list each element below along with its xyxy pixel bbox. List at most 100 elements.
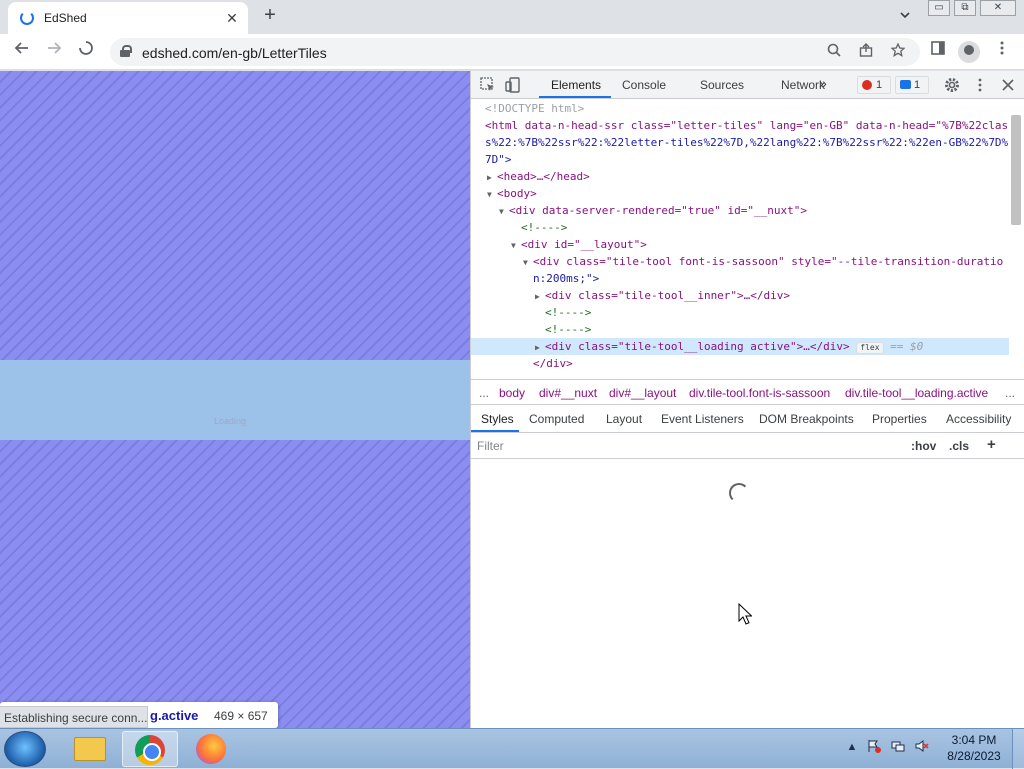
new-tab-button[interactable]: + bbox=[258, 4, 282, 28]
window-close-button[interactable]: ✕ bbox=[980, 0, 1016, 16]
share-icon[interactable] bbox=[856, 42, 876, 62]
tab-strip: EdShed ✕ + ▭ ⧉ ✕ bbox=[0, 0, 1024, 34]
collapse-triangle-icon[interactable]: ▼ bbox=[499, 203, 509, 220]
clock-time[interactable]: 3:04 PM bbox=[944, 733, 1004, 747]
back-icon[interactable] bbox=[10, 40, 34, 64]
devtools-menu-icon[interactable] bbox=[971, 76, 989, 94]
more-tabs-chevron-icon[interactable]: » bbox=[819, 75, 827, 91]
firefox-icon bbox=[196, 734, 226, 764]
taskbar-file-explorer[interactable] bbox=[62, 731, 118, 767]
clock-date[interactable]: 8/28/2023 bbox=[944, 749, 1004, 763]
dom-line[interactable]: <html data-n-head-ssr class="letter-tile… bbox=[471, 117, 1009, 134]
browser-menu-icon[interactable] bbox=[990, 40, 1014, 64]
breadcrumb-item[interactable]: div.tile-tool.font-is-sassoon bbox=[689, 386, 830, 400]
message-count-badge[interactable]: 1 bbox=[895, 76, 929, 94]
loading-overlay: Loading bbox=[0, 360, 470, 440]
expand-triangle-icon[interactable]: ▶ bbox=[487, 169, 497, 186]
tab-accessibility[interactable]: Accessibility bbox=[946, 412, 1011, 426]
taskbar-chrome[interactable] bbox=[122, 731, 178, 767]
styles-tab-bar: Styles Computed Layout Event Listeners D… bbox=[471, 405, 1024, 433]
error-count: 1 bbox=[876, 79, 883, 91]
dom-line[interactable]: <!----> bbox=[471, 304, 1009, 321]
side-panel-icon[interactable] bbox=[926, 40, 950, 64]
dom-line[interactable]: ▼ <div class="tile-tool font-is-sassoon" … bbox=[471, 253, 1009, 270]
dom-tree-scrollbar[interactable] bbox=[1011, 115, 1021, 225]
inspect-element-icon[interactable] bbox=[479, 76, 497, 94]
tooltip-element-label: g.active bbox=[150, 708, 199, 723]
show-desktop-button[interactable] bbox=[1012, 729, 1024, 769]
minimize-button[interactable]: ▭ bbox=[928, 0, 950, 16]
expand-triangle-icon[interactable]: ▶ bbox=[535, 288, 545, 305]
url-text[interactable]: edshed.com/en-gb/LetterTiles bbox=[142, 45, 327, 61]
collapse-triangle-icon[interactable]: ▼ bbox=[487, 186, 497, 203]
class-toggle[interactable]: .cls bbox=[949, 439, 969, 453]
active-tab-indicator bbox=[539, 96, 611, 98]
action-center-flag-icon[interactable] bbox=[866, 739, 882, 755]
settings-gear-icon[interactable] bbox=[943, 76, 961, 94]
tab-console[interactable]: Console bbox=[622, 78, 666, 92]
dom-line[interactable]: </div> bbox=[471, 355, 1009, 372]
tab-properties[interactable]: Properties bbox=[872, 412, 927, 426]
profile-avatar[interactable] bbox=[958, 41, 980, 63]
dom-line[interactable]: <!----> bbox=[471, 219, 1009, 236]
lock-icon[interactable] bbox=[120, 45, 132, 57]
new-style-rule-icon[interactable]: + bbox=[987, 436, 996, 453]
bookmark-star-icon[interactable] bbox=[888, 42, 908, 62]
dom-line[interactable]: ▶ <div class="tile-tool__inner">…</div> bbox=[471, 287, 1009, 304]
breadcrumb-item[interactable]: body bbox=[499, 386, 525, 400]
hover-state-toggle[interactable]: :hov bbox=[911, 439, 936, 453]
tab-title: EdShed bbox=[44, 11, 87, 25]
tray-overflow-icon[interactable]: ▲ bbox=[844, 739, 860, 755]
flex-badge[interactable]: flex bbox=[856, 342, 884, 354]
browser-tab[interactable]: EdShed ✕ bbox=[8, 2, 248, 34]
tab-search-chevron-icon[interactable] bbox=[894, 6, 916, 28]
address-bar[interactable]: edshed.com/en-gb/LetterTiles bbox=[110, 38, 920, 66]
breadcrumb-overflow[interactable]: ... bbox=[479, 386, 489, 400]
loading-spinner-icon bbox=[20, 11, 34, 25]
tab-elements[interactable]: Elements bbox=[551, 78, 601, 92]
search-icon[interactable] bbox=[824, 42, 844, 62]
dom-line: n:200ms;"> bbox=[533, 272, 600, 285]
selected-ref: == $0 bbox=[890, 340, 924, 353]
tab-styles[interactable]: Styles bbox=[481, 412, 514, 426]
dom-line: s%22:%7B%22ssr%22:%22letter-tiles%22%7D,… bbox=[485, 136, 1009, 149]
breadcrumb-item-active[interactable]: div.tile-tool__loading.active bbox=[845, 386, 988, 400]
windows-taskbar: ▲ 3:04 PM 8/28/2023 bbox=[0, 728, 1024, 769]
error-count-badge[interactable]: 1 bbox=[857, 76, 891, 94]
dom-line[interactable]: ▼ <div id="__layout"> bbox=[471, 236, 1009, 253]
tab-dom-breakpoints[interactable]: DOM Breakpoints bbox=[759, 412, 854, 426]
dom-line[interactable]: ▼ <div data-server-rendered="true" id="__… bbox=[471, 202, 1009, 219]
device-toolbar-icon[interactable] bbox=[505, 76, 523, 94]
tab-event-listeners[interactable]: Event Listeners bbox=[661, 412, 744, 426]
volume-muted-icon[interactable] bbox=[914, 739, 930, 755]
dom-breadcrumbs: ... body div#__nuxt div#__layout div.til… bbox=[471, 379, 1024, 405]
tab-layout[interactable]: Layout bbox=[606, 412, 642, 426]
stop-loading-icon[interactable] bbox=[74, 40, 98, 64]
collapse-triangle-icon[interactable]: ▼ bbox=[511, 237, 521, 254]
breadcrumb-item[interactable]: div#__nuxt bbox=[539, 386, 597, 400]
styles-filter-bar: Filter :hov .cls + bbox=[471, 433, 1024, 459]
dom-line[interactable]: <!----> bbox=[471, 321, 1009, 338]
forward-icon[interactable] bbox=[42, 40, 66, 64]
styles-filter-input[interactable]: Filter bbox=[477, 439, 504, 453]
dom-line[interactable]: ▶ <head>…</head> bbox=[471, 168, 1009, 185]
message-count: 1 bbox=[914, 79, 921, 91]
expand-triangle-icon[interactable]: ▶ bbox=[535, 339, 545, 356]
collapse-triangle-icon[interactable]: ▼ bbox=[523, 254, 533, 271]
selected-dom-line[interactable]: ▶ <div class="tile-tool__loading active">… bbox=[471, 338, 1009, 355]
dom-tree[interactable]: <!DOCTYPE html> <html data-n-head-ssr cl… bbox=[471, 100, 1009, 376]
taskbar-firefox[interactable] bbox=[184, 731, 240, 767]
tab-sources[interactable]: Sources bbox=[700, 78, 744, 92]
breadcrumb-overflow[interactable]: ... bbox=[1005, 386, 1015, 400]
tab-computed[interactable]: Computed bbox=[529, 412, 584, 426]
tab-close-icon[interactable]: ✕ bbox=[222, 8, 242, 28]
dom-line[interactable]: ▼ <body> bbox=[471, 185, 1009, 202]
start-button[interactable] bbox=[4, 731, 46, 767]
network-icon[interactable] bbox=[890, 739, 906, 755]
page-viewport[interactable]: Loading bbox=[0, 71, 470, 728]
dom-line[interactable]: <!DOCTYPE html> bbox=[471, 100, 1009, 117]
loading-text: Loading bbox=[213, 416, 247, 426]
close-devtools-icon[interactable] bbox=[999, 76, 1017, 94]
maximize-button[interactable]: ⧉ bbox=[954, 0, 976, 16]
breadcrumb-item[interactable]: div#__layout bbox=[609, 386, 676, 400]
